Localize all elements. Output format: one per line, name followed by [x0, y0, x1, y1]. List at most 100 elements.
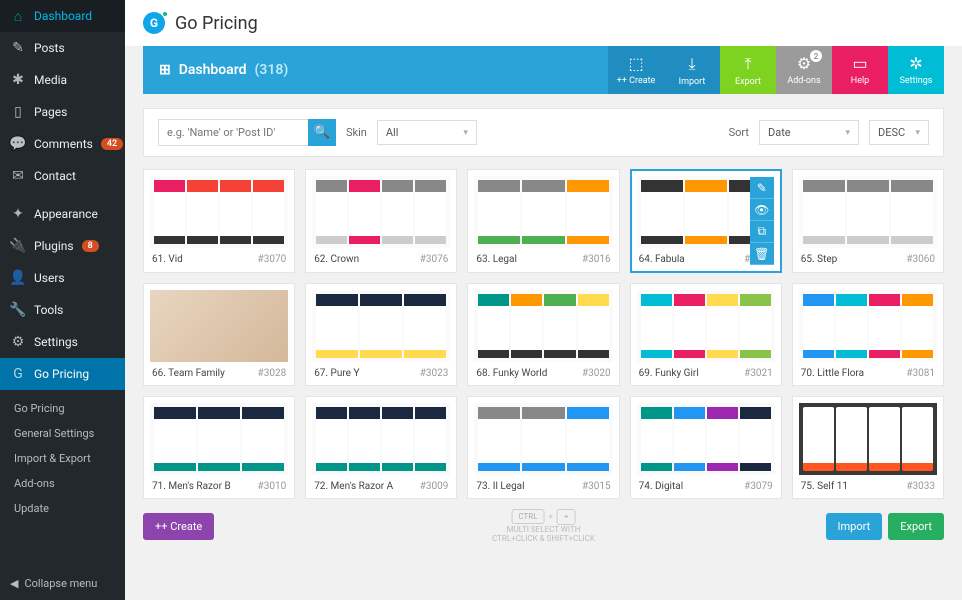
- sidebar-item-comments[interactable]: 💬Comments42: [0, 128, 125, 160]
- help-action[interactable]: ▭Help: [832, 46, 888, 94]
- table-card[interactable]: 63. Legal#3016 ✎ 👁 ⧉ 🗑: [467, 169, 619, 273]
- table-card[interactable]: 62. Crown#3076 ✎ 👁 ⧉ 🗑: [305, 169, 457, 273]
- sidebar-item-pages[interactable]: ▯ Pages: [0, 96, 125, 128]
- card-id: #3021: [744, 368, 773, 379]
- skin-label: Skin: [346, 126, 367, 139]
- table-card[interactable]: 72. Men's Razor A#3009 ✎ 👁 ⧉ 🗑: [305, 396, 457, 499]
- search-input[interactable]: [158, 119, 308, 146]
- table-card[interactable]: 65. Step#3060 ✎ 👁 ⧉ 🗑: [792, 169, 944, 273]
- table-card[interactable]: 75. Self 11#3033 ✎ 👁 ⧉ 🗑: [792, 396, 944, 499]
- sidebar-item-label: Comments: [34, 137, 93, 151]
- card-name: 72. Men's Razor A: [314, 481, 393, 492]
- card-thumbnail: [474, 403, 612, 475]
- create-action[interactable]: ⬚ ++ Create: [608, 46, 664, 94]
- table-card[interactable]: 66. Team Family#3028 ✎ 👁 ⧉ 🗑: [143, 283, 295, 386]
- sidebar-item-label: Posts: [34, 41, 65, 55]
- sidebar-item-plugins[interactable]: 🔌 Plugins 8: [0, 230, 125, 262]
- chevron-down-icon: ▾: [463, 128, 468, 138]
- table-card[interactable]: 70. Little Flora#3081 ✎ 👁 ⧉ 🗑: [792, 283, 944, 386]
- sidebar-item-contact[interactable]: ✉Contact: [0, 160, 125, 192]
- posts-icon: ✎: [10, 40, 26, 56]
- sidebar-item-users[interactable]: 👤 Users: [0, 262, 125, 294]
- table-card[interactable]: 69. Funky Girl#3021 ✎ 👁 ⧉ 🗑: [630, 283, 782, 386]
- edit-icon[interactable]: ✎: [750, 177, 774, 199]
- collapse-menu[interactable]: ◀Collapse menu: [0, 567, 125, 600]
- sidebar-item-go-pricing[interactable]: GGo Pricing: [0, 358, 125, 390]
- submenu-item[interactable]: General Settings: [0, 421, 125, 446]
- table-card[interactable]: 61. Vid#3070 ✎ 👁 ⧉ 🗑: [143, 169, 295, 273]
- card-name: 75. Self 11: [801, 481, 848, 492]
- sidebar-item-media[interactable]: ✱Media: [0, 64, 125, 96]
- media-icon: ✱: [10, 72, 26, 88]
- sidebar-item-tools[interactable]: 🔧Tools: [0, 294, 125, 326]
- chevron-down-icon: ▾: [915, 128, 920, 138]
- card-thumbnail: [799, 403, 937, 475]
- table-card[interactable]: 68. Funky World#3020 ✎ 👁 ⧉ 🗑: [467, 283, 619, 386]
- multiselect-hint: CTRL + ⌖ MULTI SELECT WITHCTRL+CLICK & S…: [492, 509, 595, 543]
- main-content: G Go Pricing ⊞ Dashboard (318) ⬚++ Creat…: [125, 0, 962, 600]
- action-label: Add-ons: [787, 76, 820, 86]
- card-thumbnail: [312, 176, 450, 248]
- sidebar-item-dashboard[interactable]: ⌂Dashboard: [0, 0, 125, 32]
- admin-sidebar: ⌂Dashboard✎Posts✱Media▯Pages💬Comments42✉…: [0, 0, 125, 600]
- page-header: G Go Pricing: [125, 0, 962, 46]
- settings-action[interactable]: ✲ Settings: [888, 46, 944, 94]
- copy-icon[interactable]: ⧉: [750, 221, 774, 243]
- sidebar-item-label: Pages: [34, 105, 67, 119]
- sort-select[interactable]: Date▾: [759, 120, 859, 145]
- card-id: #3028: [258, 368, 287, 379]
- pages-icon: ▯: [10, 104, 26, 120]
- ++ create-icon: ⬚: [628, 54, 643, 73]
- card-name: 64. Fabula: [639, 254, 685, 265]
- tables-grid: 61. Vid#3070 ✎ 👁 ⧉ 🗑 62. Crown#3076 ✎ 👁 …: [143, 169, 944, 499]
- table-card[interactable]: 74. Digital#3079 ✎ 👁 ⧉ 🗑: [630, 396, 782, 499]
- card-name: 67. Pure Y: [314, 368, 359, 379]
- action-label: Settings: [900, 76, 933, 86]
- card-id: #3081: [906, 368, 935, 379]
- import-button[interactable]: Import: [826, 513, 883, 540]
- sidebar-item-label: Contact: [34, 169, 76, 183]
- card-name: 69. Funky Girl: [639, 368, 699, 379]
- addons-action[interactable]: ⚙Add-ons: [776, 46, 832, 94]
- comments-icon: 💬: [10, 136, 26, 152]
- card-id: #3033: [906, 481, 935, 492]
- sidebar-item-posts[interactable]: ✎ Posts: [0, 32, 125, 64]
- action-label: ++ Create: [617, 76, 656, 86]
- chevron-down-icon: ▾: [845, 128, 850, 138]
- submenu-item[interactable]: Go Pricing: [0, 396, 125, 421]
- export-action[interactable]: ⤒Export: [720, 46, 776, 94]
- sidebar-item-settings[interactable]: ⚙Settings: [0, 326, 125, 358]
- sidebar-item-label: Users: [34, 271, 65, 285]
- card-thumbnail: [150, 403, 288, 475]
- badge: 8: [82, 240, 99, 252]
- direction-select[interactable]: DESC▾: [869, 120, 929, 145]
- submenu-item[interactable]: Import & Export: [0, 446, 125, 471]
- table-card[interactable]: 71. Men's Razor B#3010 ✎ 👁 ⧉ 🗑: [143, 396, 295, 499]
- appearance-icon: ✦: [10, 206, 26, 222]
- sidebar-item-label: Plugins: [34, 239, 74, 253]
- card-thumbnail: [799, 290, 937, 362]
- settings-icon: ✲: [909, 54, 922, 73]
- export-button[interactable]: Export: [888, 513, 944, 540]
- action-label: Import: [679, 77, 706, 87]
- view-icon[interactable]: 👁: [750, 199, 774, 221]
- import-action[interactable]: ⤓Import: [664, 46, 720, 94]
- table-card[interactable]: 67. Pure Y#3023 ✎ 👁 ⧉ 🗑: [305, 283, 457, 386]
- submenu-item[interactable]: Update: [0, 496, 125, 521]
- plugins-icon: 🔌: [10, 238, 26, 254]
- export-icon: ⤒: [744, 54, 751, 74]
- submenu-item[interactable]: Add-ons: [0, 471, 125, 496]
- create-button[interactable]: ++ Create: [143, 513, 214, 540]
- card-id: #3070: [258, 254, 287, 265]
- sidebar-item-appearance[interactable]: ✦Appearance: [0, 198, 125, 230]
- tools-icon: 🔧: [10, 302, 26, 318]
- skin-select[interactable]: All▾: [377, 120, 477, 145]
- users-icon: 👤: [10, 270, 26, 286]
- dashboard-count: (318): [255, 62, 289, 78]
- delete-icon[interactable]: 🗑: [750, 243, 774, 265]
- search-button[interactable]: 🔍: [308, 119, 336, 146]
- table-card[interactable]: 64. Fabula#3039 ✎ 👁 ⧉ 🗑: [630, 169, 782, 273]
- card-thumbnail: [637, 403, 775, 475]
- sidebar-item-label: Dashboard: [34, 9, 92, 23]
- table-card[interactable]: 73. Il Legal#3015 ✎ 👁 ⧉ 🗑: [467, 396, 619, 499]
